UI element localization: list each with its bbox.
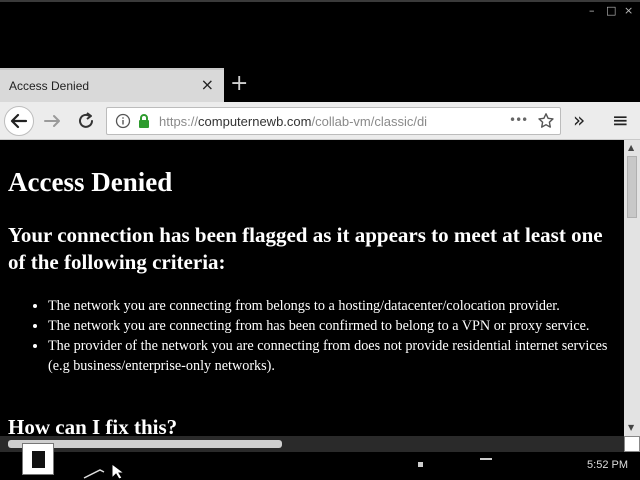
criteria-heading: Your connection has been flagged as it a… <box>8 223 603 274</box>
tray-icon-network[interactable] <box>480 458 492 460</box>
page-actions-icon[interactable]: ••• <box>509 113 528 127</box>
start-button[interactable] <box>22 443 54 475</box>
tray-icon[interactable] <box>418 462 423 467</box>
window-close-button[interactable]: × <box>624 4 633 17</box>
url-path: /collab-vm/classic/di <box>311 114 428 129</box>
vertical-scrollbar[interactable]: ▲ ▼ <box>624 140 640 436</box>
maximize-button[interactable]: □ <box>606 4 616 17</box>
scroll-down-icon[interactable]: ▼ <box>628 423 634 432</box>
back-button[interactable] <box>4 106 34 136</box>
tab-access-denied[interactable]: Access Denied × <box>0 68 224 102</box>
tab-strip: Access Denied × + <box>0 68 640 102</box>
reload-icon[interactable] <box>75 110 97 132</box>
scrollbar-corner <box>624 436 640 452</box>
url-fade <box>437 110 479 132</box>
vertical-scroll-thumb[interactable] <box>627 156 637 218</box>
fix-heading: How can I fix this? <box>8 415 178 436</box>
window-titlebar: – □ × <box>0 0 640 68</box>
horizontal-scrollbar[interactable] <box>0 436 624 452</box>
scroll-up-icon[interactable]: ▲ <box>628 143 634 152</box>
url-bar[interactable]: https://computernewb.com/collab-vm/class… <box>106 107 561 135</box>
bookmark-star-icon[interactable] <box>537 112 555 130</box>
new-tab-icon[interactable]: + <box>230 71 248 96</box>
tab-title: Access Denied <box>9 79 90 93</box>
url-host: computernewb.com <box>198 114 312 129</box>
criteria-list: The network you are connecting from belo… <box>28 296 613 376</box>
taskbar-clock: 5:52 PM <box>587 459 628 471</box>
page-title: Access Denied <box>8 167 173 197</box>
menu-icon[interactable]: ≡ <box>612 108 629 132</box>
overflow-icon[interactable]: » <box>573 108 585 132</box>
forward-arrow-icon[interactable] <box>42 110 64 132</box>
start-icon <box>32 451 45 468</box>
back-arrow-icon <box>10 113 28 129</box>
mouse-cursor-icon <box>83 463 126 480</box>
list-item: The provider of the network you are conn… <box>48 336 613 376</box>
info-icon[interactable] <box>115 113 131 129</box>
url-text[interactable]: https://computernewb.com/collab-vm/class… <box>159 114 477 129</box>
list-item: The network you are connecting from belo… <box>48 296 613 316</box>
navigation-toolbar: https://computernewb.com/collab-vm/class… <box>0 102 640 140</box>
minimize-button[interactable]: – <box>589 4 595 17</box>
lock-icon <box>139 114 149 128</box>
page-content: Access Denied Your connection has been f… <box>0 140 624 436</box>
url-scheme: https:// <box>159 114 199 129</box>
tab-close-icon[interactable]: × <box>201 75 214 94</box>
window-top-border <box>0 0 640 2</box>
list-item: The network you are connecting from has … <box>48 316 613 336</box>
